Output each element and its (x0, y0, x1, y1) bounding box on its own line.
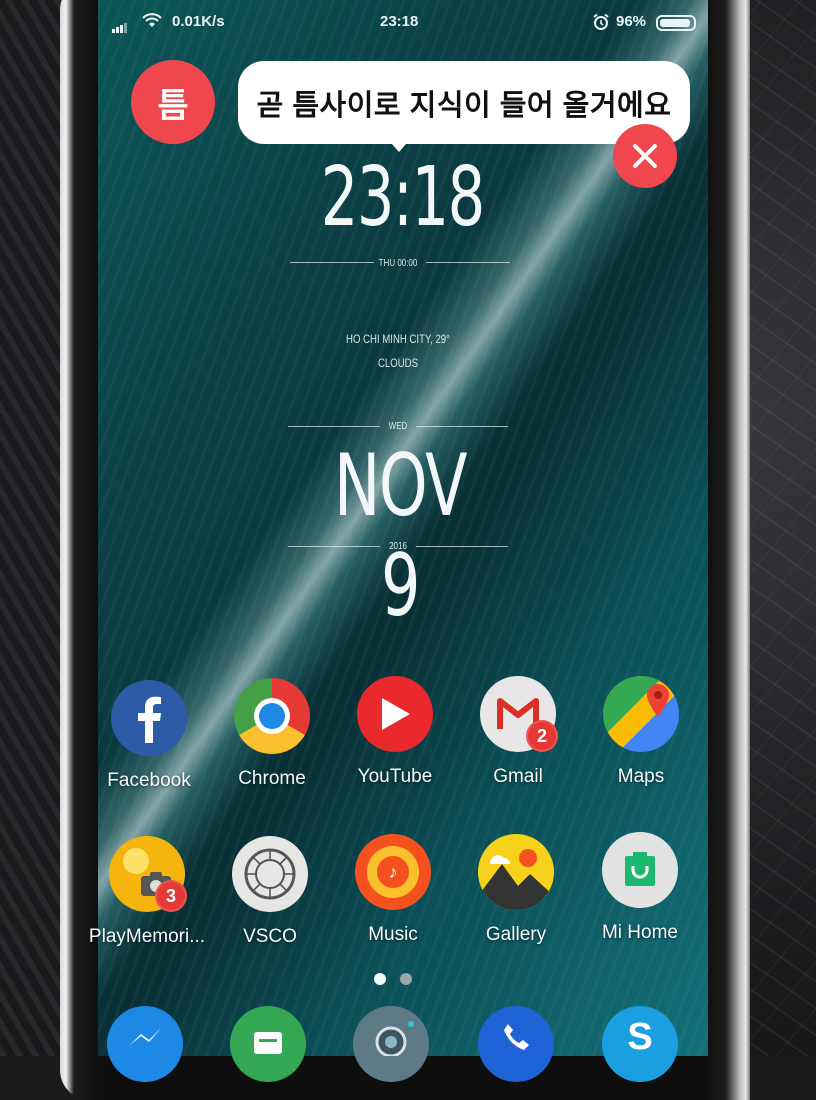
gmail-icon: 2 (480, 676, 558, 752)
page-dot[interactable] (400, 973, 412, 985)
app-maps[interactable]: Maps (581, 676, 701, 788)
youtube-icon (357, 676, 433, 752)
page-dot-active[interactable] (374, 973, 386, 985)
app-label: YouTube (357, 766, 433, 787)
phone-frame-right (706, 0, 750, 1100)
app-gallery[interactable]: Gallery (456, 834, 576, 946)
skype-icon[interactable]: S (602, 1006, 678, 1082)
chrome-icon (234, 678, 310, 754)
camera-icon[interactable] (353, 1006, 429, 1082)
signal-icon (112, 16, 128, 33)
app-label: Maps (617, 766, 665, 787)
app-playmemories[interactable]: 3 PlayMemori... (87, 836, 207, 948)
app-label: Music (368, 924, 418, 945)
app-chrome[interactable]: Chrome (212, 678, 332, 790)
app-vsco[interactable]: VSCO (210, 836, 330, 948)
wifi-icon (142, 13, 162, 33)
tm-message-bubble[interactable]: 곧 틈사이로 지식이 들어 올거에요 (238, 61, 690, 152)
alarm-icon (592, 13, 610, 35)
app-mihome[interactable]: Mi Home (580, 832, 700, 944)
divider (426, 262, 510, 263)
status-time: 23:18 (380, 13, 419, 30)
app-youtube[interactable]: YouTube (335, 676, 455, 788)
status-bar: 0.01K/s 23:18 96% (98, 8, 708, 36)
app-facebook[interactable]: Facebook (89, 680, 209, 792)
messenger-icon[interactable] (107, 1006, 183, 1082)
app-label: PlayMemori... (88, 926, 206, 947)
weather-widget: HO CHI MINH CITY, 29° CLOUDS (318, 327, 478, 375)
phone-icon[interactable] (478, 1006, 554, 1082)
widget-clock[interactable]: 23:18 (321, 150, 485, 245)
weather-condition: CLOUDS (377, 356, 418, 370)
notification-badge: 3 (155, 880, 187, 912)
divider (288, 426, 380, 427)
close-button[interactable] (613, 124, 677, 188)
battery-percent: 96% (616, 13, 647, 30)
network-speed: 0.01K/s (172, 13, 225, 30)
tm-logo-badge[interactable]: 틈 (131, 60, 215, 144)
widget-date[interactable]: NOV 9 (321, 436, 479, 636)
divider (416, 426, 508, 427)
app-label: Gallery (485, 924, 547, 945)
app-label: Chrome (238, 768, 306, 789)
gallery-icon (478, 834, 554, 910)
messages-icon[interactable] (230, 1006, 306, 1082)
mihome-icon (602, 832, 678, 908)
clock-subtitle: THU 00:00 (378, 258, 418, 269)
close-icon (633, 144, 657, 168)
app-label: Facebook (107, 770, 191, 791)
app-label: VSCO (243, 926, 297, 947)
maps-icon (603, 676, 679, 752)
app-gmail[interactable]: 2 Gmail (458, 676, 578, 788)
app-music[interactable]: ♪ Music (333, 834, 453, 946)
playmemories-icon: 3 (109, 836, 187, 912)
vsco-icon (232, 836, 308, 912)
weather-location: HO CHI MINH CITY, 29° (346, 332, 450, 346)
divider (290, 262, 374, 263)
notification-badge: 2 (526, 720, 558, 752)
music-icon: ♪ (355, 834, 431, 910)
battery-icon (656, 15, 696, 31)
page-indicator (374, 972, 426, 990)
facebook-icon (111, 680, 187, 756)
app-label: Mi Home (601, 922, 678, 943)
weekday-label: WED (388, 421, 408, 432)
app-label: Gmail (493, 766, 543, 787)
